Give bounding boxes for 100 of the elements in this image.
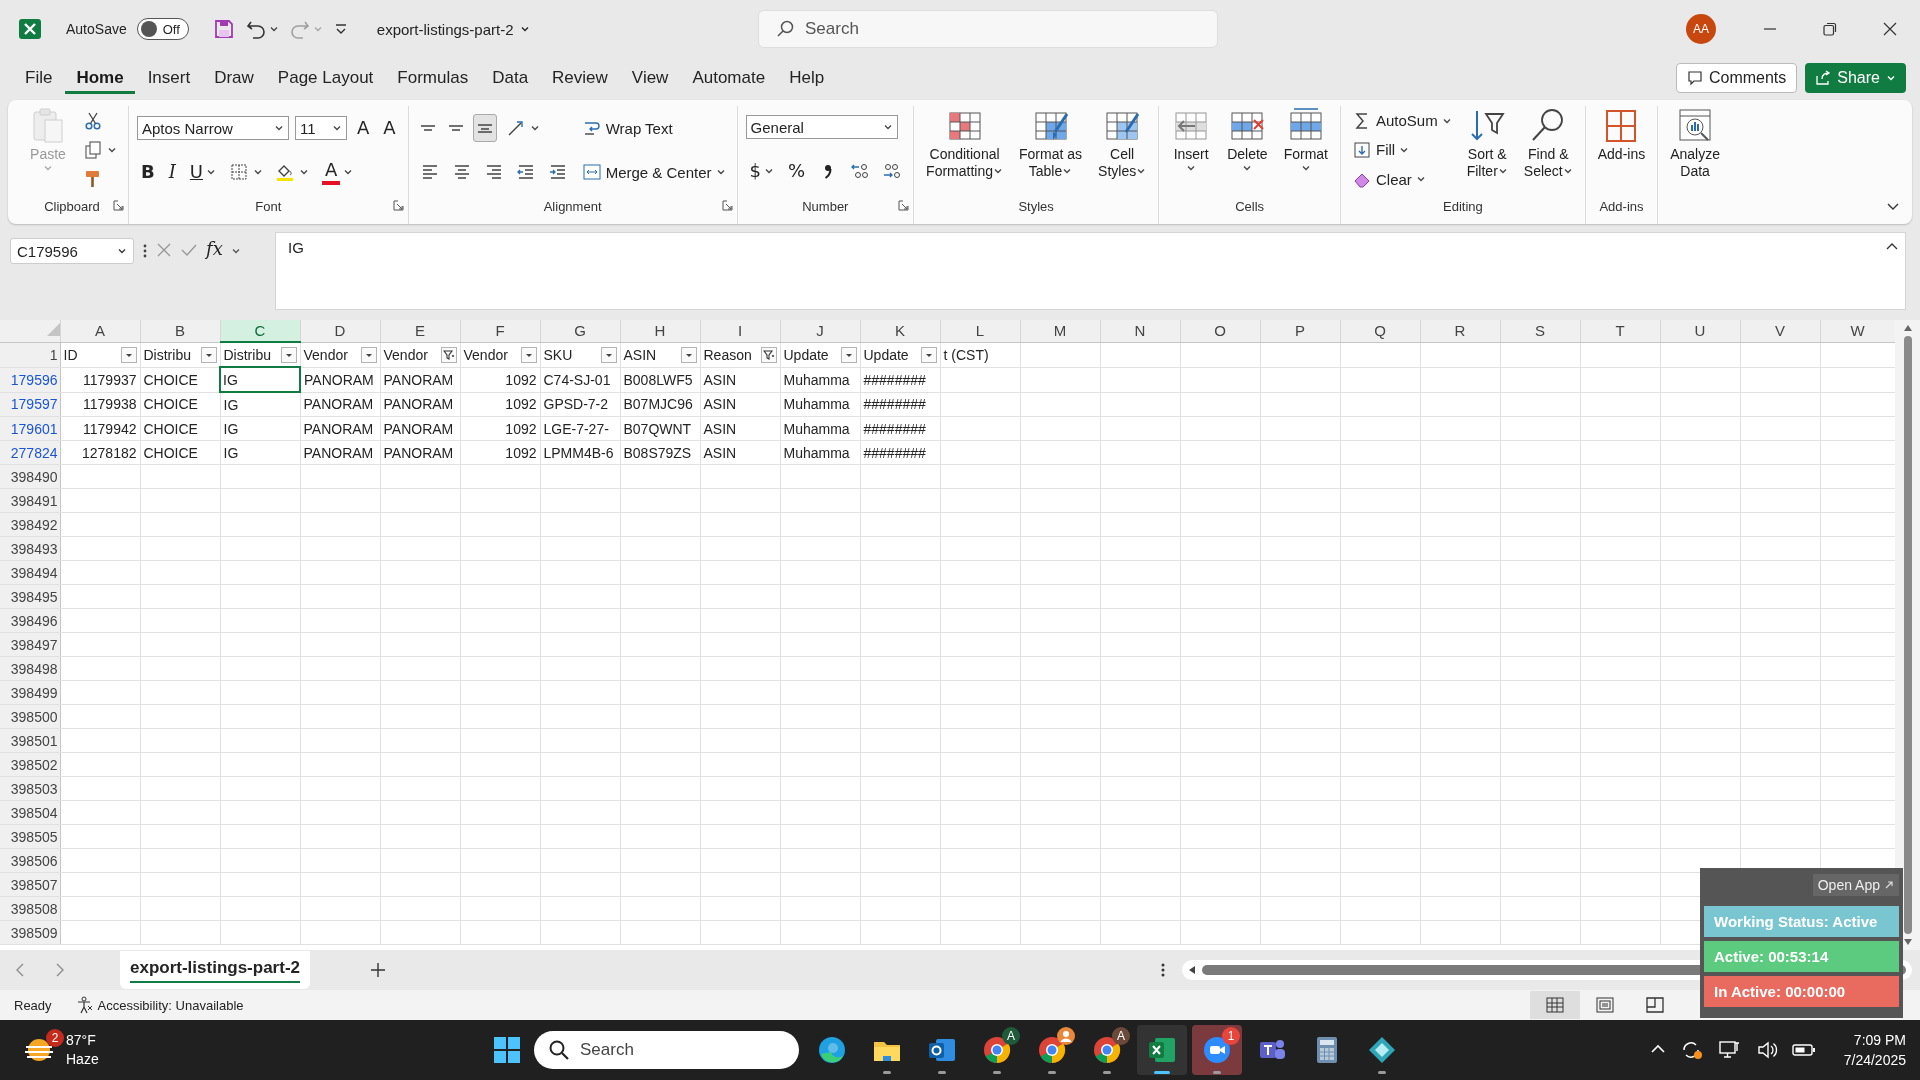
taskbar-app[interactable]: 1 <box>1192 1025 1242 1075</box>
menu-tab[interactable]: Formulas <box>386 62 480 94</box>
row-header[interactable]: 398492 <box>0 512 60 537</box>
column-header[interactable]: N <box>1100 320 1180 342</box>
column-header[interactable]: Q <box>1340 320 1420 342</box>
column-header[interactable]: D <box>300 320 380 342</box>
filter-button[interactable] <box>680 346 697 363</box>
row-header[interactable]: 398491 <box>0 488 60 513</box>
menu-tab[interactable]: Automate <box>681 62 777 94</box>
menu-tab[interactable]: Draw <box>203 62 265 94</box>
filter-button[interactable] <box>520 346 537 363</box>
column-header[interactable]: G <box>540 320 620 342</box>
row-header[interactable]: 398499 <box>0 680 60 705</box>
share-button[interactable]: Share <box>1805 63 1906 93</box>
ribbon-button[interactable]: A <box>379 114 400 142</box>
clock-date[interactable]: 7/24/2025 <box>1843 1050 1906 1070</box>
view-button[interactable] <box>1530 991 1580 1019</box>
menu-tab[interactable]: Help <box>778 62 836 94</box>
menu-tab[interactable]: Page Layout <box>266 62 385 94</box>
column-header[interactable]: B <box>140 320 220 342</box>
open-app-button[interactable]: Open App <box>1812 874 1899 896</box>
ribbon-button[interactable]: Format as Table <box>1015 106 1087 194</box>
ribbon-button[interactable]: Find & Select <box>1519 106 1577 194</box>
row-header[interactable]: 277824 <box>0 440 60 465</box>
menu-tab[interactable]: View <box>620 62 680 94</box>
row-header[interactable]: 398495 <box>0 584 60 609</box>
add-sheet-button[interactable] <box>370 962 387 978</box>
column-header[interactable]: L <box>940 320 1020 342</box>
dropdown-field[interactable]: 11 <box>295 116 347 140</box>
ribbon-button[interactable]: Delete <box>1223 106 1272 194</box>
dialog-launcher[interactable] <box>721 200 733 211</box>
column-header[interactable]: V <box>1740 320 1820 342</box>
file-name-button[interactable]: export-listings-part-2 <box>376 20 530 38</box>
menu-tab[interactable]: Data <box>481 62 540 94</box>
ribbon-button[interactable]: Clear <box>1349 165 1429 194</box>
row-header[interactable]: 398493 <box>0 536 60 561</box>
ribbon-button[interactable]: Cell Styles <box>1094 106 1151 194</box>
bold-button[interactable]: B <box>137 158 159 186</box>
filter-button[interactable] <box>120 346 137 363</box>
network-icon[interactable] <box>1717 1039 1742 1061</box>
ribbon-button[interactable]: AutoSum <box>1349 106 1455 135</box>
accessibility-status[interactable]: Accessibility: Unavailable <box>97 997 244 1013</box>
taskbar-app[interactable]: A <box>972 1025 1022 1075</box>
menu-tab[interactable]: Home <box>65 62 135 94</box>
taskbar-search-field[interactable]: Search <box>534 1031 799 1069</box>
row-header[interactable]: 179596 <box>0 367 60 392</box>
column-header[interactable]: T <box>1580 320 1660 342</box>
dropdown-field[interactable]: General <box>745 115 898 139</box>
dialog-launcher[interactable] <box>113 200 124 211</box>
filter-button[interactable] <box>360 346 377 363</box>
filter-button[interactable] <box>200 346 217 363</box>
filter-button[interactable] <box>600 346 617 363</box>
row-header[interactable]: 398508 <box>0 896 60 921</box>
clock-time[interactable]: 7:09 PM <box>1853 1030 1906 1050</box>
row-header[interactable]: 398497 <box>0 632 60 657</box>
row-header[interactable]: 398509 <box>0 920 60 945</box>
sheet-tab[interactable]: export-listings-part-2 <box>120 951 311 989</box>
column-header[interactable]: J <box>780 320 860 342</box>
dialog-launcher[interactable] <box>392 200 404 211</box>
filter-button[interactable] <box>440 346 457 363</box>
formula-value[interactable]: IG <box>288 239 304 256</box>
column-header[interactable]: M <box>1020 320 1100 342</box>
column-header[interactable]: S <box>1500 320 1580 342</box>
row-header[interactable]: 398506 <box>0 848 60 873</box>
menu-tab[interactable]: Insert <box>136 62 202 94</box>
ribbon-button[interactable]: Insert <box>1167 106 1216 194</box>
column-header[interactable]: E <box>380 320 460 342</box>
volume-icon[interactable] <box>1755 1040 1778 1060</box>
filter-button[interactable] <box>840 346 857 363</box>
row-header[interactable]: 179601 <box>0 416 60 441</box>
ribbon-button[interactable]: Wrap Text <box>578 114 676 142</box>
column-header[interactable]: A <box>60 320 140 342</box>
row-header[interactable]: 398494 <box>0 560 60 585</box>
taskbar-app[interactable] <box>1137 1025 1187 1075</box>
dialog-launcher[interactable] <box>898 200 910 211</box>
user-avatar[interactable]: AA <box>1686 14 1716 44</box>
row-header[interactable]: 179597 <box>0 392 60 417</box>
row-header[interactable]: 398503 <box>0 776 60 801</box>
comments-button[interactable]: Comments <box>1675 63 1798 93</box>
row-header[interactable]: 398501 <box>0 728 60 753</box>
name-box[interactable]: C179596 <box>10 238 134 264</box>
column-header[interactable]: K <box>860 320 940 342</box>
ribbon-button[interactable]: A <box>318 158 358 186</box>
ribbon-button[interactable]: Add-ins <box>1593 106 1650 194</box>
row-header[interactable]: 398502 <box>0 752 60 777</box>
column-header[interactable]: W <box>1820 320 1895 342</box>
row-header[interactable]: 398490 <box>0 464 60 489</box>
column-header[interactable]: I <box>700 320 780 342</box>
menu-tab[interactable]: Review <box>541 62 619 94</box>
taskbar-app[interactable]: A <box>1082 1025 1132 1075</box>
column-header[interactable]: F <box>460 320 540 342</box>
column-header[interactable]: R <box>1420 320 1500 342</box>
row-header[interactable]: 1 <box>0 342 60 367</box>
column-header[interactable]: C <box>220 320 300 342</box>
row-header[interactable]: 398500 <box>0 704 60 729</box>
ribbon-button[interactable]: Format <box>1279 106 1332 194</box>
column-header[interactable]: P <box>1260 320 1340 342</box>
ribbon-button[interactable]: Merge & Center <box>578 158 729 186</box>
ribbon-button[interactable]: A <box>353 114 374 142</box>
underline-button[interactable]: U <box>185 158 221 186</box>
